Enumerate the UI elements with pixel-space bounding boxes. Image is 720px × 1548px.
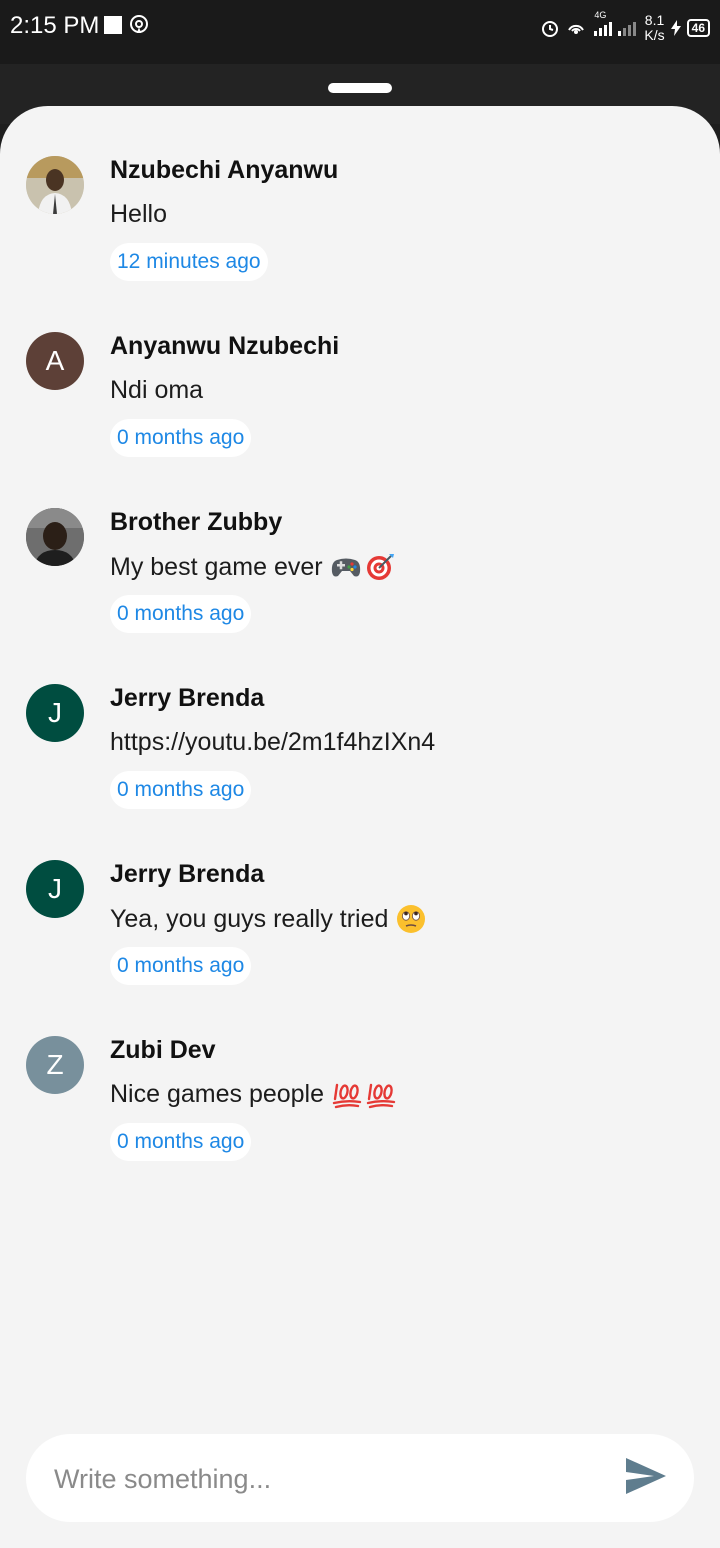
avatar-letter: J xyxy=(48,697,62,728)
comment-timestamp: 0 months ago xyxy=(110,1123,252,1161)
avatar-letter: A xyxy=(45,345,65,376)
status-bar: 2:15 PM 4G 8.1 K/s 46 xyxy=(0,0,720,64)
avatar[interactable]: A xyxy=(26,332,84,390)
avatar[interactable]: Z xyxy=(26,1036,84,1094)
comment-author: Zubi Dev xyxy=(110,1036,216,1064)
comment-author: Anyanwu Nzubechi xyxy=(110,332,340,360)
comment-timestamp: 0 months ago xyxy=(110,947,252,985)
comment-link[interactable]: https://youtu.be/2m1f4hzIXn4 xyxy=(110,728,435,757)
net-speed-unit: K/s xyxy=(644,27,665,43)
alarm-icon xyxy=(540,18,560,38)
avatar[interactable]: J xyxy=(26,860,84,918)
video-game-emoji xyxy=(331,554,361,580)
send-button[interactable] xyxy=(622,1454,670,1502)
comment-input[interactable] xyxy=(52,1434,596,1524)
comment-text-content: Hello xyxy=(110,200,167,228)
network-speed: 8.1 K/s xyxy=(644,13,664,43)
hotspot-signal-icon xyxy=(566,18,586,38)
comment-text: Yea, you guys really tried xyxy=(110,904,426,934)
comment-text: My best game ever xyxy=(110,552,395,582)
hundred-points-emoji xyxy=(332,1081,362,1109)
comment-composer xyxy=(26,1434,694,1524)
comment-timestamp: 0 months ago xyxy=(110,595,252,633)
comment-text: Hello xyxy=(110,200,167,229)
avatar[interactable]: J xyxy=(26,684,84,742)
hundred-points-emoji xyxy=(366,1081,396,1109)
direct-hit-emoji xyxy=(365,552,395,582)
comment-text-content: Ndi oma xyxy=(110,376,204,404)
battery-indicator: 46 xyxy=(686,19,710,37)
signal-icon: 4G xyxy=(592,10,638,38)
comment-timestamp: 12 minutes ago xyxy=(110,243,268,281)
comment-timestamp: 0 months ago xyxy=(110,419,252,457)
send-icon xyxy=(624,1456,668,1501)
status-icons: 4G 8.1 K/s 46 xyxy=(540,8,710,48)
avatar-letter: J xyxy=(48,873,62,904)
comment-text: https://youtu.be/2m1f4hzIXn4 xyxy=(110,728,435,757)
charging-icon xyxy=(670,20,681,36)
avatar-letter: Z xyxy=(46,1049,64,1080)
comment-text-content: Nice games people xyxy=(110,1080,325,1108)
status-time: 2:15 PM xyxy=(10,12,100,39)
comment-author: Jerry Brenda xyxy=(110,684,265,712)
comment-text: Ndi oma xyxy=(110,376,203,405)
avatar[interactable] xyxy=(26,508,84,566)
comment-author: Nzubechi Anyanwu xyxy=(110,156,339,184)
comment-text-content: My best game ever xyxy=(110,552,323,581)
avatar[interactable] xyxy=(26,156,84,214)
net-speed-value: 8.1 xyxy=(644,12,665,28)
comment-author: Brother Zubby xyxy=(110,508,283,536)
comment-text: Nice games people xyxy=(110,1080,396,1109)
comment-timestamp: 0 months ago xyxy=(110,771,252,809)
comments-sheet xyxy=(0,106,720,1548)
drag-handle[interactable] xyxy=(328,83,392,93)
notification-square-icon xyxy=(104,16,122,34)
comment-text-content: Yea, you guys really tried xyxy=(110,904,389,933)
network-type-label: 4G xyxy=(594,10,607,20)
hotspot-icon xyxy=(129,14,149,34)
face-with-rolling-eyes-emoji xyxy=(396,904,426,934)
comment-author: Jerry Brenda xyxy=(110,860,265,888)
